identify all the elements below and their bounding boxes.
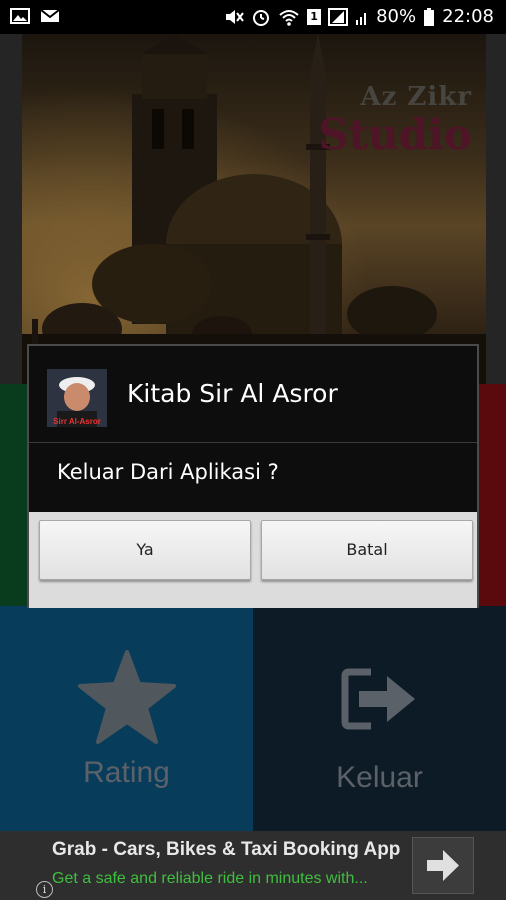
signal-bars-icon [356, 12, 367, 25]
mute-icon [226, 9, 244, 24]
app-screen: Az Zikr Studio Rating Keluar Sirr Al-Asr… [0, 34, 506, 900]
exit-label: Keluar [336, 761, 423, 794]
clock: 22:08 [442, 6, 494, 27]
yes-button[interactable]: Ya [39, 520, 251, 580]
battery-percent: 80% [376, 6, 417, 27]
arrow-right-icon [427, 850, 459, 881]
mosque-banner: Az Zikr Studio [22, 34, 486, 384]
dialog-button-bar: Ya Batal [29, 512, 477, 608]
gallery-icon [10, 8, 30, 24]
rating-label: Rating [83, 756, 170, 789]
app-icon-caption: Sirr Al-Asror [53, 417, 101, 426]
exit-icon [341, 668, 415, 730]
ad-title[interactable]: Grab - Cars, Bikes & Taxi Booking App [52, 839, 400, 861]
signal-icon [328, 7, 349, 26]
dialog-title: Kitab Sir Al Asror [127, 379, 338, 408]
ad-subtitle[interactable]: Get a safe and reliable ride in minutes … [52, 870, 368, 888]
exit-tile[interactable]: Keluar [253, 606, 506, 831]
brand-az-zikr: Az Zikr [360, 82, 472, 112]
sim-badge: 1 [307, 8, 322, 25]
status-bar: 1 80% 22:08 [0, 0, 506, 34]
alarm-icon [253, 9, 270, 26]
exit-dialog: Sirr Al-Asror Kitab Sir Al Asror Keluar … [27, 344, 479, 608]
app-icon: Sirr Al-Asror [47, 369, 107, 427]
dialog-message: Keluar Dari Aplikasi ? [57, 460, 279, 484]
wifi-icon [279, 9, 299, 26]
dialog-header: Sirr Al-Asror Kitab Sir Al Asror [29, 346, 477, 443]
right-edge [486, 34, 506, 384]
mail-icon [40, 9, 60, 22]
ad-info-icon[interactable]: i [36, 881, 53, 898]
rating-tile[interactable]: Rating [0, 606, 253, 831]
battery-icon [424, 7, 435, 26]
brand-studio: Studio [318, 110, 472, 159]
ad-banner[interactable]: Grab - Cars, Bikes & Taxi Booking App Ge… [0, 831, 506, 900]
cancel-button[interactable]: Batal [261, 520, 473, 580]
ad-open-button[interactable] [412, 837, 474, 894]
left-edge [0, 34, 22, 384]
star-icon [78, 650, 176, 744]
